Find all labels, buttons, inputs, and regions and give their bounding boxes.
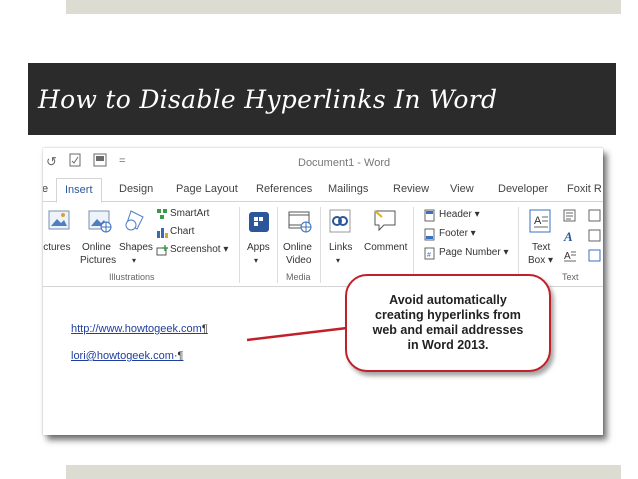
svg-text:#: # — [427, 252, 431, 259]
links-dropdown-icon[interactable]: ▾ — [336, 256, 340, 265]
signature-line-icon[interactable] — [588, 209, 602, 269]
page-number-icon[interactable]: # — [424, 247, 435, 260]
chart-icon[interactable] — [156, 226, 168, 238]
hyperlink-url[interactable]: http://www.howtogeek.com¶ — [71, 323, 208, 335]
smartart-label[interactable]: SmartArt — [170, 208, 209, 219]
slide-title: How to Disable Hyperlinks In Word — [38, 84, 498, 114]
top-decor-band — [66, 0, 621, 14]
tab-insert[interactable]: Insert — [56, 178, 102, 203]
window-title: Document1 - Word — [298, 157, 391, 169]
tab-foxit[interactable]: Foxit R — [567, 183, 602, 195]
chart-label[interactable]: Chart — [170, 226, 194, 237]
callout-text: Avoid automatically creating hyperlinks … — [372, 293, 524, 352]
footer-label[interactable]: Footer ▾ — [439, 228, 476, 239]
drop-cap-icon[interactable]: A — [563, 249, 577, 263]
links-icon[interactable] — [329, 209, 351, 233]
group-divider — [518, 207, 519, 283]
comment-label[interactable]: Comment — [364, 242, 407, 253]
group-divider — [239, 207, 240, 283]
paragraph-mark: ¶ — [201, 323, 208, 335]
tab-review[interactable]: Review — [393, 183, 429, 195]
shapes-icon[interactable] — [123, 209, 147, 233]
group-divider — [320, 207, 321, 283]
svg-text:A: A — [563, 229, 573, 243]
callout-box: Avoid automatically creating hyperlinks … — [345, 274, 551, 372]
comment-icon[interactable] — [372, 209, 398, 233]
illustrations-group-label: Illustrations — [109, 272, 155, 282]
hyperlink-email[interactable]: lori@howtogeek.com·¶ — [71, 350, 183, 362]
group-divider — [413, 207, 414, 283]
tab-references[interactable]: References — [256, 183, 312, 195]
header-label[interactable]: Header ▾ — [439, 209, 480, 220]
page-number-label[interactable]: Page Number ▾ — [439, 247, 509, 258]
text-box-label-1[interactable]: Text — [532, 242, 550, 253]
quick-parts-icon[interactable] — [563, 209, 577, 223]
bottom-decor-band — [66, 465, 621, 479]
tab-design[interactable]: Design — [119, 183, 153, 195]
tab-mailings[interactable]: Mailings — [328, 183, 368, 195]
tab-page-layout[interactable]: Page Layout — [176, 183, 238, 195]
media-group-label: Media — [286, 272, 311, 282]
text-box-icon[interactable]: A — [529, 209, 551, 233]
customize-icon[interactable] — [93, 153, 107, 170]
links-label[interactable]: Links — [329, 242, 352, 253]
screenshot-icon[interactable] — [156, 244, 169, 256]
footer-icon[interactable] — [424, 228, 435, 241]
undo-icon[interactable]: ↺ — [46, 154, 57, 170]
apps-icon[interactable] — [248, 211, 270, 233]
word-screenshot: ↺ = Document1 - Word e Insert Design Pag… — [43, 148, 603, 435]
svg-text:A: A — [534, 215, 542, 227]
online-video-label-1[interactable]: Online — [283, 242, 312, 253]
pictures-label[interactable]: ictures — [43, 242, 70, 253]
redo-icon[interactable] — [69, 153, 81, 170]
word-titlebar: ↺ = Document1 - Word — [43, 148, 603, 176]
wordart-icon[interactable]: A — [563, 229, 577, 243]
ribbon-tabs: e Insert Design Page Layout References M… — [43, 178, 603, 203]
group-divider — [277, 207, 278, 283]
text-group-label: Text — [562, 272, 579, 282]
tab-view[interactable]: View — [450, 183, 474, 195]
tab-developer[interactable]: Developer — [498, 183, 548, 195]
tab-home[interactable]: e — [43, 183, 48, 195]
quick-access-more[interactable]: = — [119, 155, 125, 167]
header-icon[interactable] — [424, 209, 435, 222]
online-video-icon[interactable] — [287, 209, 313, 233]
apps-label[interactable]: Apps — [247, 242, 270, 253]
online-pictures-icon[interactable] — [87, 209, 113, 233]
online-pictures-label-2[interactable]: Pictures — [80, 255, 116, 266]
paragraph-mark: ·¶ — [173, 350, 184, 362]
online-pictures-label-1[interactable]: Online — [82, 242, 111, 253]
svg-text:A: A — [564, 251, 571, 262]
screenshot-label[interactable]: Screenshot ▾ — [170, 244, 228, 255]
online-video-label-2[interactable]: Video — [286, 255, 311, 266]
text-box-label-2[interactable]: Box ▾ — [528, 255, 553, 266]
title-banner: How to Disable Hyperlinks In Word — [28, 63, 616, 135]
apps-dropdown-icon[interactable]: ▾ — [254, 256, 258, 265]
shapes-dropdown-icon[interactable]: ▾ — [132, 256, 136, 265]
shapes-label[interactable]: Shapes — [119, 242, 153, 253]
smartart-icon[interactable] — [156, 208, 168, 220]
pictures-icon[interactable] — [47, 209, 71, 231]
